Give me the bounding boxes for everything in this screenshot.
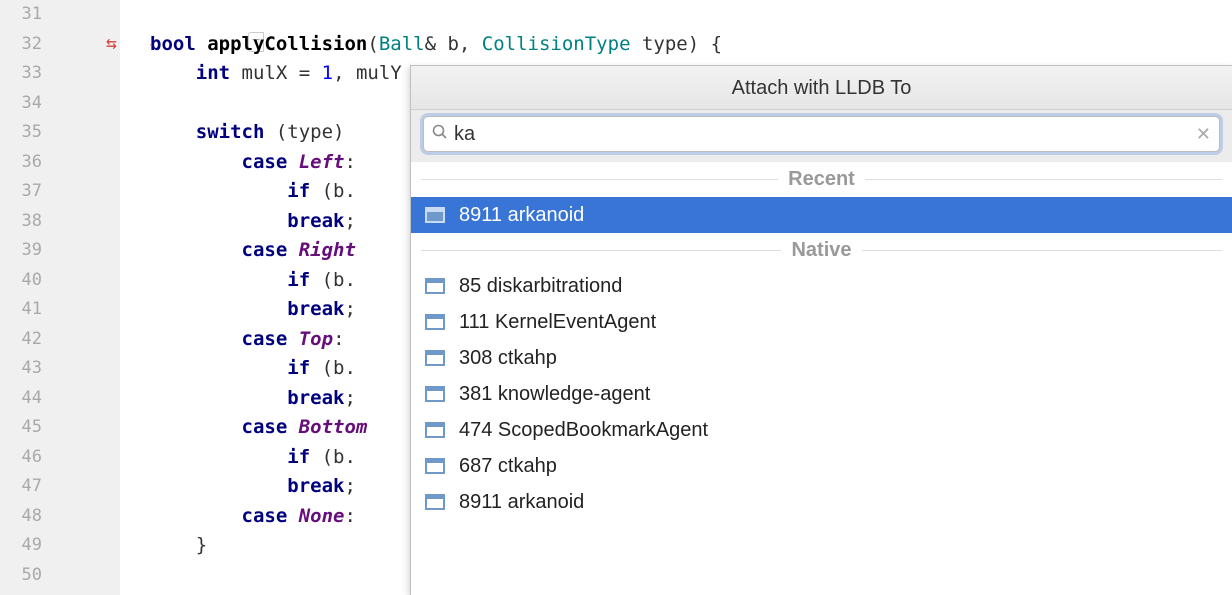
process-icon — [425, 386, 445, 402]
process-item[interactable]: 85 diskarbitrationd — [411, 268, 1232, 304]
process-label: 85 diskarbitrationd — [459, 275, 622, 298]
line-number: 46 — [0, 443, 42, 473]
process-icon — [425, 350, 445, 366]
line-number: 36 — [0, 148, 42, 178]
code-line[interactable]: bool applyCollision(Ball& b, CollisionTy… — [150, 30, 1232, 60]
code-line[interactable] — [150, 0, 1232, 30]
process-icon — [425, 207, 445, 223]
vcs-arrows-icon: ⇆ — [106, 33, 117, 54]
process-label: 308 ctkahp — [459, 347, 557, 370]
line-number: 49 — [0, 531, 42, 561]
popup-title: Attach with LLDB To — [411, 66, 1232, 110]
line-number: 39 — [0, 236, 42, 266]
line-number: 34 — [0, 89, 42, 119]
attach-lldb-popup: Attach with LLDB To ✕ Recent 8911 arkano… — [410, 65, 1232, 595]
process-icon — [425, 314, 445, 330]
process-item[interactable]: 8911 arkanoid — [411, 484, 1232, 520]
search-box[interactable]: ✕ — [423, 116, 1220, 152]
process-item[interactable]: 308 ctkahp — [411, 340, 1232, 376]
process-label: 474 ScopedBookmarkAgent — [459, 419, 708, 442]
line-number: 50 — [0, 561, 42, 591]
search-icon — [432, 123, 448, 146]
gutter-icon-strip: ⇆ ? — [50, 0, 120, 595]
process-label: 381 knowledge-agent — [459, 383, 650, 406]
line-number: 37 — [0, 177, 42, 207]
clear-search-icon[interactable]: ✕ — [1196, 124, 1211, 145]
process-label: 8911 arkanoid — [459, 204, 584, 227]
line-number: 43 — [0, 354, 42, 384]
process-icon — [425, 278, 445, 294]
process-item[interactable]: 111 KernelEventAgent — [411, 304, 1232, 340]
process-icon — [425, 422, 445, 438]
process-label: 8911 arkanoid — [459, 491, 584, 514]
line-number: 32 — [0, 30, 42, 60]
process-icon — [425, 494, 445, 510]
line-number: 33 — [0, 59, 42, 89]
process-icon — [425, 458, 445, 474]
line-number: 40 — [0, 266, 42, 296]
process-item-selected[interactable]: 8911 arkanoid — [411, 197, 1232, 233]
search-input[interactable] — [454, 123, 1196, 146]
line-number: 42 — [0, 325, 42, 355]
line-number: 31 — [0, 0, 42, 30]
line-number: 35 — [0, 118, 42, 148]
section-native: Native — [411, 233, 1232, 268]
process-item[interactable]: 474 ScopedBookmarkAgent — [411, 412, 1232, 448]
process-label: 687 ctkahp — [459, 455, 557, 478]
line-number: 44 — [0, 384, 42, 414]
popup-search-bar: ✕ — [411, 110, 1232, 162]
process-item[interactable]: 687 ctkahp — [411, 448, 1232, 484]
process-item[interactable]: 381 knowledge-agent — [411, 376, 1232, 412]
line-number: 48 — [0, 502, 42, 532]
section-recent: Recent — [411, 162, 1232, 197]
line-number-gutter: 3132333435363738394041424344454647484950 — [0, 0, 50, 595]
line-number: 38 — [0, 207, 42, 237]
fold-region — [120, 0, 150, 595]
process-label: 111 KernelEventAgent — [459, 311, 656, 334]
line-number: 47 — [0, 472, 42, 502]
line-number: 41 — [0, 295, 42, 325]
line-number: 45 — [0, 413, 42, 443]
